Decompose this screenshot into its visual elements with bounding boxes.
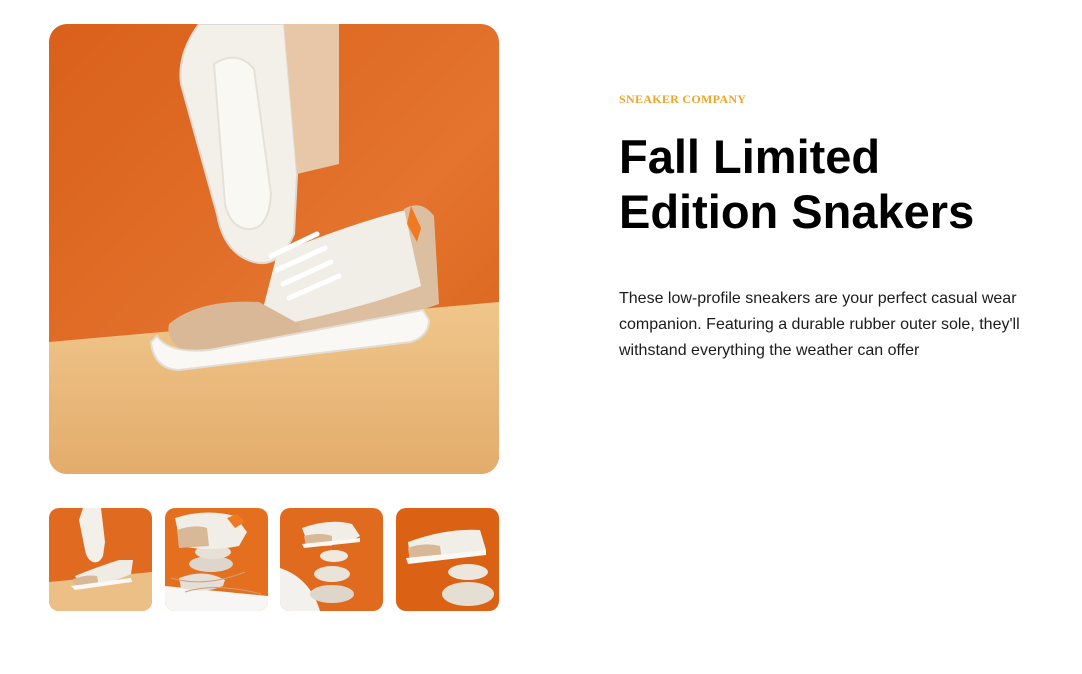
- thumbnail-1-image: [49, 508, 152, 611]
- product-description: These low-profile sneakers are your perf…: [619, 290, 1020, 359]
- sneaker-photo: [49, 24, 499, 474]
- main-product-image[interactable]: [49, 24, 499, 474]
- product-title: Fall Limited Edition Snakers: [619, 130, 975, 238]
- thumbnail-strip: [49, 508, 499, 611]
- thumbnail-3-image: [280, 508, 384, 611]
- thumbnail-1[interactable]: [49, 508, 152, 611]
- thumbnail-4[interactable]: [395, 508, 499, 611]
- product-info: SNEAKER COMPANY Fall Limited Edition Sna…: [619, 92, 1039, 364]
- thumbnail-2[interactable]: [164, 508, 268, 611]
- brand-label: SNEAKER COMPANY: [619, 92, 747, 106]
- thumbnail-3[interactable]: [280, 508, 384, 611]
- thumbnail-4-image: [395, 508, 499, 611]
- product-gallery: [49, 24, 499, 611]
- thumbnail-2-image: [164, 508, 268, 611]
